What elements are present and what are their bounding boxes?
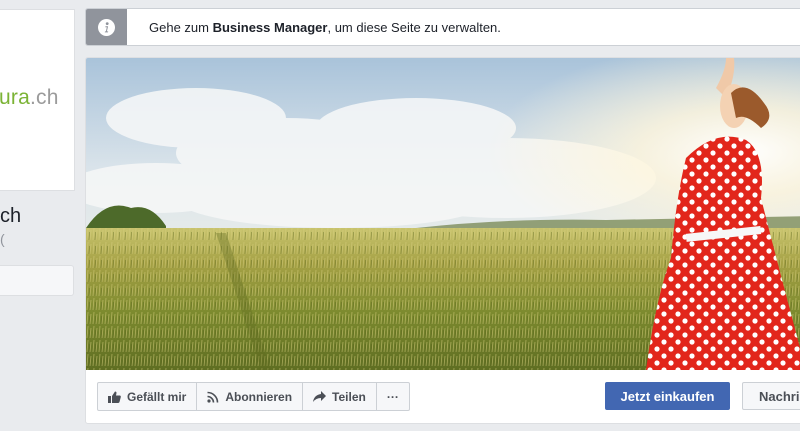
cover-action-bar: Gefällt mir Abonnieren Teilen ··· Jetzt … (86, 370, 800, 423)
follow-button[interactable]: Abonnieren (197, 383, 304, 410)
share-arrow-icon (313, 391, 327, 402)
page-username[interactable]: ( (0, 231, 5, 247)
cover-card: Gefällt mir Abonnieren Teilen ··· Jetzt … (85, 57, 800, 424)
cover-photo[interactable] (86, 58, 800, 370)
page-name[interactable]: ch (0, 205, 21, 228)
like-button[interactable]: Gefällt mir (98, 383, 198, 410)
business-manager-banner: Gehe zum Business Manager, um diese Seit… (85, 8, 800, 46)
more-dots-icon: ··· (386, 389, 399, 404)
brand-logo: ura.ch (0, 86, 59, 109)
shop-now-button[interactable]: Jetzt einkaufen (605, 382, 730, 410)
business-manager-link[interactable]: Business Manager (213, 20, 328, 35)
rss-icon (207, 391, 219, 403)
sidebar-input-field[interactable] (0, 265, 74, 296)
send-message-button[interactable]: Nachricht senden (742, 382, 800, 410)
banner-text: Gehe zum Business Manager, um diese Seit… (149, 19, 501, 35)
share-button[interactable]: Teilen (303, 383, 377, 410)
page-action-buttons: Gefällt mir Abonnieren Teilen ··· (97, 382, 410, 411)
more-options-button[interactable]: ··· (377, 383, 409, 410)
thumbs-up-icon (108, 391, 121, 403)
profile-picture-card[interactable]: ura.ch (0, 9, 75, 191)
info-icon (86, 9, 127, 45)
